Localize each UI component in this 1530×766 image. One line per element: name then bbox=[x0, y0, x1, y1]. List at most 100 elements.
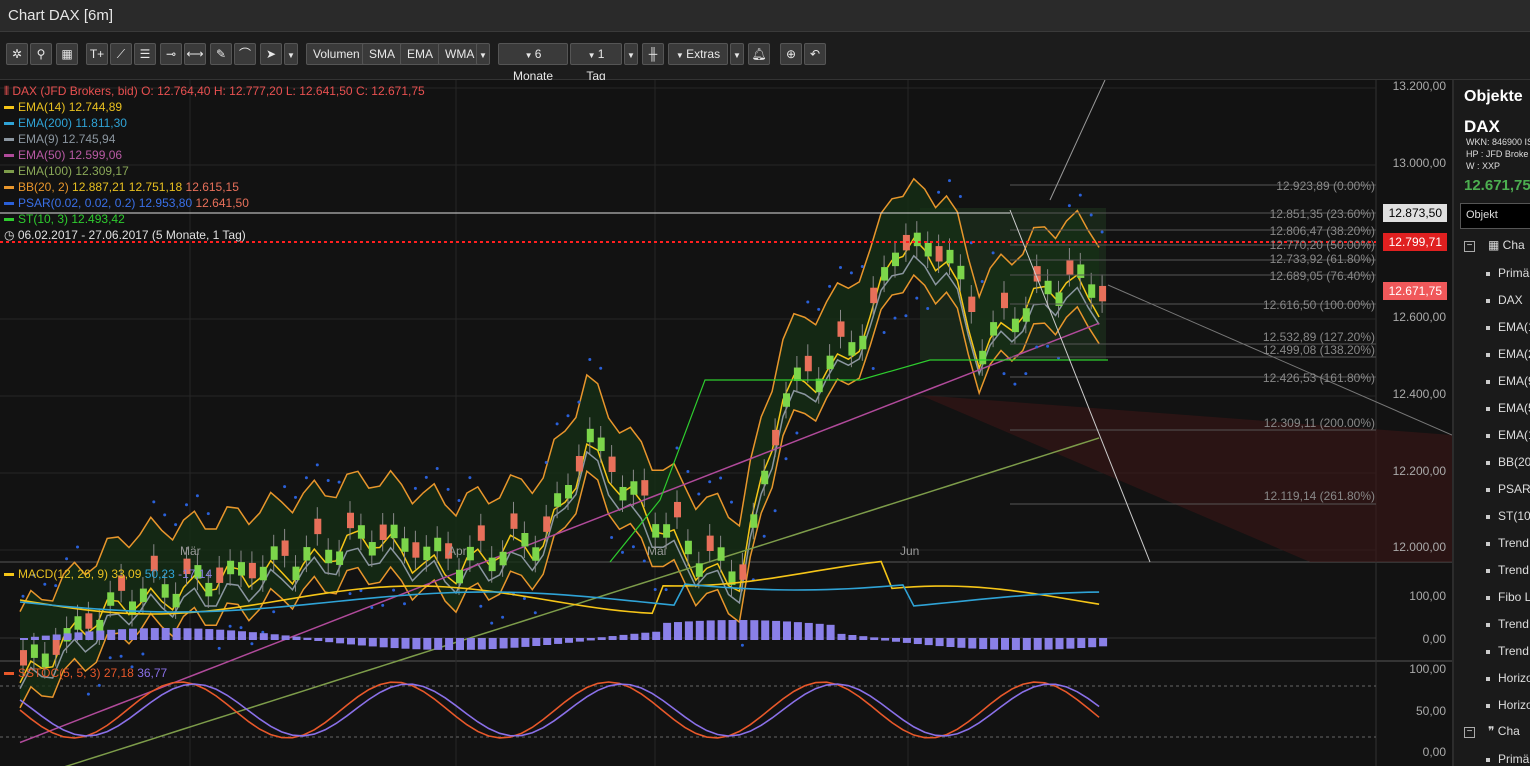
settings-icon[interactable]: ✲ bbox=[6, 43, 28, 65]
sma-button[interactable]: SMA bbox=[362, 43, 403, 65]
fibonacci-tool-icon[interactable]: ☰ bbox=[134, 43, 156, 65]
candle-body bbox=[357, 525, 365, 539]
tools-dropdown-chevron-icon[interactable]: ▼ bbox=[284, 43, 298, 65]
candle-body bbox=[423, 546, 431, 561]
tree-item[interactable]: Trend bbox=[1498, 536, 1529, 550]
grid-icon[interactable]: ▦ bbox=[56, 43, 78, 65]
ray-tool-icon[interactable]: ⟷ bbox=[184, 43, 206, 65]
pencil-icon[interactable]: ✎ bbox=[210, 43, 232, 65]
candlestick-icon[interactable]: ╫ bbox=[642, 43, 664, 65]
search-icon[interactable]: ⚲ bbox=[30, 43, 52, 65]
psar-dot bbox=[501, 615, 505, 619]
macd-histogram-bar bbox=[139, 628, 148, 640]
arc-tool-icon[interactable]: ⌒ bbox=[234, 43, 256, 65]
psar-dot bbox=[1046, 344, 1050, 348]
legend-psar[interactable]: PSAR(0.02, 0.02, 0.2) 12.953,80 12.641,5… bbox=[4, 196, 249, 210]
cursor-icon[interactable]: ➤ bbox=[260, 43, 282, 65]
y-axis-label: 13.000,00 bbox=[1392, 156, 1446, 170]
tree-item[interactable]: Trend bbox=[1498, 644, 1529, 658]
psar-dot bbox=[239, 626, 243, 630]
candle-body bbox=[1001, 292, 1008, 309]
x-axis-label: Mai bbox=[647, 544, 667, 558]
psar-dot bbox=[1024, 372, 1028, 376]
psar-dot bbox=[195, 494, 199, 498]
macd-histogram-bar bbox=[270, 634, 279, 640]
tree-item[interactable]: EMA(9 bbox=[1498, 374, 1530, 388]
tree-item[interactable]: EMA(5 bbox=[1498, 401, 1530, 415]
undo-icon[interactable]: ↶ bbox=[804, 43, 826, 65]
zoom-in-icon[interactable]: ⊕ bbox=[780, 43, 802, 65]
psar-dot bbox=[849, 271, 853, 275]
tree-item[interactable]: Trend bbox=[1498, 563, 1529, 577]
macd-histogram-bar bbox=[597, 637, 606, 640]
quote-icon: ❞ bbox=[1488, 724, 1498, 738]
indicator-dropdown-chevron-icon[interactable]: ▼ bbox=[476, 43, 490, 65]
psar-dot bbox=[708, 480, 712, 484]
horizontal-line-icon[interactable]: ⊸ bbox=[160, 43, 182, 65]
tree-item[interactable]: DAX bbox=[1498, 293, 1523, 307]
tree-item[interactable]: EMA(1 bbox=[1498, 428, 1530, 442]
tree-item[interactable]: Fibo L bbox=[1498, 590, 1530, 604]
candle-body bbox=[848, 342, 856, 356]
tree-item[interactable]: EMA(1 bbox=[1498, 320, 1530, 334]
macd-histogram-bar bbox=[466, 638, 475, 650]
legend-sstoc-label: SSTOC(5, 5, 3) bbox=[18, 666, 101, 680]
macd-histogram-bar bbox=[968, 638, 977, 649]
macd-histogram-bar bbox=[401, 638, 410, 649]
sstoc-d-line bbox=[19, 683, 1100, 737]
tree-item[interactable]: BB(20 bbox=[1498, 455, 1530, 469]
tree-item[interactable]: EMA(2 bbox=[1498, 347, 1530, 361]
legend-ema9[interactable]: EMA(9) 12.745,94 bbox=[4, 132, 115, 146]
psar-dot bbox=[937, 190, 941, 194]
bell-icon[interactable]: 🔔︎ bbox=[748, 43, 770, 65]
legend-ema50-label: EMA(50) bbox=[18, 148, 66, 162]
candle-body bbox=[837, 321, 845, 337]
psar-dot bbox=[217, 646, 221, 650]
candle-body bbox=[674, 501, 681, 518]
collapse-icon[interactable]: − bbox=[1464, 727, 1475, 738]
legend-ema100[interactable]: EMA(100) 12.309,17 bbox=[4, 164, 129, 178]
legend-bb[interactable]: BB(20, 2) 12.887,21 12.751,18 12.615,15 bbox=[4, 180, 239, 194]
tree-item[interactable]: Horizo bbox=[1498, 671, 1530, 685]
legend-ema14[interactable]: EMA(14) 12.744,89 bbox=[4, 100, 122, 114]
tree-item[interactable]: ST(10 bbox=[1498, 509, 1530, 523]
volumen-button[interactable]: Volumen bbox=[306, 43, 367, 65]
psar-dot bbox=[860, 265, 864, 269]
wma-button[interactable]: WMA bbox=[438, 43, 482, 65]
tree-item[interactable]: Primä bbox=[1498, 266, 1529, 280]
sstoc-axis-label: 50,00 bbox=[1415, 704, 1446, 718]
legend-high: H: 12.777,20 bbox=[213, 84, 283, 98]
legend-sstoc[interactable]: SSTOC(5, 5, 3) 27,18 36,77 bbox=[4, 666, 167, 680]
text-tool-button[interactable]: T+ bbox=[86, 43, 108, 65]
tree-group-chart-2[interactable]: ❞ Cha bbox=[1488, 724, 1520, 738]
tree-item[interactable]: Horizo bbox=[1498, 698, 1530, 712]
legend-st[interactable]: ST(10, 3) 12.493,42 bbox=[4, 212, 125, 226]
interval-select[interactable]: ▼ 1 Tag bbox=[570, 43, 622, 83]
legend-main-label: DAX (JFD Brokers, bid) bbox=[12, 84, 138, 98]
period-select[interactable]: ▼ 6 Monate bbox=[498, 43, 568, 83]
candle-body bbox=[466, 546, 474, 561]
macd-histogram-bar bbox=[717, 620, 726, 640]
object-select[interactable]: Objekt bbox=[1460, 203, 1530, 229]
psar-dot bbox=[435, 466, 439, 470]
macd-histogram-bar bbox=[881, 638, 890, 641]
collapse-icon[interactable]: − bbox=[1464, 241, 1475, 252]
extras-select[interactable]: ▼ Extras bbox=[668, 43, 728, 65]
chart-area[interactable]: ⫴ DAX (JFD Brokers, bid) O: 12.764,40 H:… bbox=[0, 79, 1452, 766]
macd-histogram-bar bbox=[30, 636, 39, 640]
alarm-dropdown-chevron-icon[interactable]: ▼ bbox=[730, 43, 744, 65]
legend-ema200[interactable]: EMA(200) 11.811,30 bbox=[4, 116, 127, 130]
tree-group-chart[interactable]: ▦ Cha bbox=[1488, 238, 1525, 252]
tree-item[interactable]: PSAR bbox=[1498, 482, 1530, 496]
interval-dropdown-chevron-icon[interactable]: ▼ bbox=[624, 43, 638, 65]
psar-dot bbox=[228, 624, 232, 628]
line-tool-icon[interactable]: ⟋ bbox=[110, 43, 132, 65]
legend-bb-upper: 12.887,21 bbox=[72, 180, 126, 194]
candle-body bbox=[325, 549, 333, 564]
legend-ema50[interactable]: EMA(50) 12.599,06 bbox=[4, 148, 122, 162]
legend-macd[interactable]: MACD(12, 26, 9) 33,09 50,23 -17,14 bbox=[4, 567, 212, 581]
tree-item[interactable]: Primä bbox=[1498, 752, 1529, 766]
ema-button[interactable]: EMA bbox=[400, 43, 441, 65]
tree-item[interactable]: Trend bbox=[1498, 617, 1529, 631]
psar-dot bbox=[730, 500, 733, 504]
